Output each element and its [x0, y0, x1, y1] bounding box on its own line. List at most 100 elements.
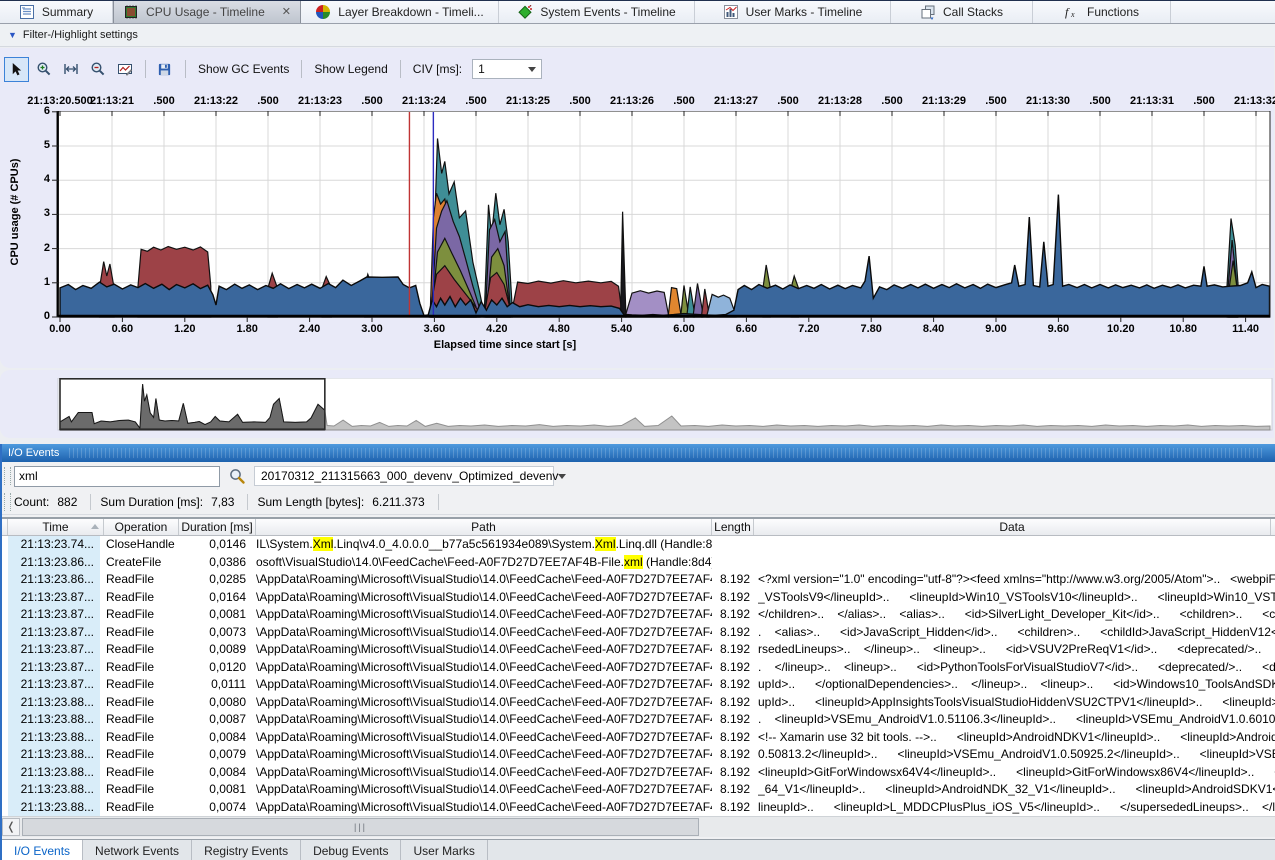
column-header-duration-ms-[interactable]: Duration [ms]	[179, 519, 256, 535]
tab-cpu-usage-timeline[interactable]: CPU Usage - Timeline✕	[113, 1, 301, 23]
cell-duration: 0,0080	[179, 694, 252, 712]
cell-length: 8.192	[712, 589, 754, 607]
save-floppy-icon	[157, 62, 172, 77]
cell-data: _64_V1</lineupId>.. <lineupId>AndroidNDK…	[758, 781, 1275, 799]
collapse-triangle-icon[interactable]: ▼	[8, 30, 17, 40]
cell-duration: 0,0089	[179, 641, 252, 659]
cell-path: \AppData\Roaming\Microsoft\VisualStudio\…	[256, 799, 712, 817]
table-row[interactable]: 21:13:23.88...ReadFile0,0081\AppData\Roa…	[2, 781, 1275, 799]
filter-highlight-settings-bar[interactable]: ▼ Filter-/Highlight settings	[0, 24, 1275, 47]
table-row[interactable]: 21:13:23.88...ReadFile0,0080\AppData\Roa…	[2, 694, 1275, 712]
cell-path: \AppData\Roaming\Microsoft\VisualStudio\…	[256, 606, 712, 624]
bottom-tab-debug-events[interactable]: Debug Events	[301, 840, 401, 860]
time-tick-label: 21:13:22	[194, 95, 238, 107]
zoom-in-button[interactable]	[31, 57, 56, 82]
cell-data: rsededLineups>.. </lineup>.. <lineup>.. …	[758, 641, 1275, 659]
scrollbar-thumb[interactable]: |||	[22, 818, 699, 836]
toolbar-separator	[185, 60, 186, 78]
toolbar-separator	[301, 60, 302, 78]
table-row[interactable]: 21:13:23.88...ReadFile0,0074\AppData\Roa…	[2, 799, 1275, 817]
table-row[interactable]: 21:13:23.86...ReadFile0,0285\AppData\Roa…	[2, 571, 1275, 589]
table-row[interactable]: 21:13:23.88...ReadFile0,0087\AppData\Roa…	[2, 711, 1275, 729]
table-row[interactable]: 21:13:23.88...ReadFile0,0084\AppData\Roa…	[2, 729, 1275, 747]
y-tick-label: 6	[16, 105, 50, 117]
time-tick-label: .500	[465, 95, 486, 107]
search-icon[interactable]	[228, 467, 246, 485]
elapsed-tick-label: 10.20	[1107, 323, 1135, 335]
column-header-path[interactable]: Path	[256, 519, 712, 535]
tab-label: Call Stacks	[943, 5, 1003, 19]
column-header-label: Duration [ms]	[181, 520, 252, 534]
table-row[interactable]: 21:13:23.87...ReadFile0,0073\AppData\Roa…	[2, 624, 1275, 642]
table-row[interactable]: 21:13:23.87...ReadFile0,0164\AppData\Roa…	[2, 589, 1275, 607]
bottom-tab-i-o-events[interactable]: I/O Events	[2, 840, 83, 860]
cell-length: 8.192	[712, 781, 754, 799]
tab-functions[interactable]: fxFunctions	[1033, 1, 1171, 23]
zoom-in-icon	[36, 61, 52, 77]
tab-call-stacks[interactable]: Call Stacks	[891, 1, 1033, 23]
y-tick-label: 4	[16, 173, 50, 185]
table-row[interactable]: 21:13:23.87...ReadFile0,0111\AppData\Roa…	[2, 676, 1275, 694]
table-row[interactable]: 21:13:23.87...ReadFile0,0081\AppData\Roa…	[2, 606, 1275, 624]
save-button[interactable]	[152, 57, 177, 82]
civ-label: CIV [ms]:	[413, 62, 462, 76]
cell-time: 21:13:23.87...	[8, 676, 100, 694]
column-header-data[interactable]: Data	[754, 519, 1271, 535]
overview-minimap[interactable]	[0, 378, 1275, 432]
zoom-out-button[interactable]	[85, 57, 110, 82]
table-row[interactable]: 21:13:23.86...CreateFile0,0386osoft\Visu…	[2, 554, 1275, 572]
table-row[interactable]: 21:13:23.74...CloseHandle0,0146IL\System…	[2, 536, 1275, 554]
select-cursor-button[interactable]	[4, 57, 29, 82]
y-tick-label: 3	[16, 207, 50, 219]
time-tick-label: .500	[881, 95, 902, 107]
close-icon[interactable]: ✕	[282, 7, 291, 18]
stat-label: Count:	[14, 495, 49, 509]
table-row[interactable]: 21:13:23.87...ReadFile0,0120\AppData\Roa…	[2, 659, 1275, 677]
table-row[interactable]: 21:13:23.88...ReadFile0,0084\AppData\Roa…	[2, 764, 1275, 782]
cell-length: 8.192	[712, 746, 754, 764]
table-row[interactable]: 21:13:23.88...ReadFile0,0079\AppData\Roa…	[2, 746, 1275, 764]
elapsed-tick-label: 7.20	[798, 323, 819, 335]
tab-user-marks-timeline[interactable]: User Marks - Timeline	[695, 1, 891, 23]
column-header-length[interactable]: Length	[712, 519, 754, 535]
zoom-out-icon	[90, 61, 106, 77]
search-input[interactable]	[14, 466, 220, 487]
bottom-tab-user-marks[interactable]: User Marks	[401, 840, 487, 860]
scroll-left-button[interactable]: ❬	[2, 818, 20, 836]
column-header-time[interactable]: Time	[8, 519, 104, 535]
bottom-tab-network-events[interactable]: Network Events	[83, 840, 192, 860]
civ-dropdown[interactable]: 1	[472, 59, 542, 79]
stat-value: 7,83	[211, 495, 234, 509]
cell-path: \AppData\Roaming\Microsoft\VisualStudio\…	[256, 641, 712, 659]
cell-data: upId>.. </optionalDependencies>.. </line…	[758, 676, 1275, 694]
io-events-header: I/O Events	[2, 444, 1275, 462]
tab-summary[interactable]: Summary	[0, 1, 113, 23]
chevron-down-icon	[558, 474, 566, 479]
tab-system-events-timeline[interactable]: System Events - Timeline	[499, 1, 695, 23]
bottom-tab-label: User Marks	[413, 844, 474, 858]
tab-label: User Marks - Timeline	[746, 5, 863, 19]
cell-operation: ReadFile	[104, 589, 179, 607]
show-gc-events-button[interactable]: Show GC Events	[198, 62, 289, 76]
cpu-usage-chart-panel: Show GC Events Show Legend CIV [ms]: 1 2…	[0, 48, 1274, 368]
cpu-usage-chart[interactable]	[0, 111, 1275, 323]
show-legend-button[interactable]: Show Legend	[314, 62, 387, 76]
bottom-tab-registry-events[interactable]: Registry Events	[192, 840, 301, 860]
cell-time: 21:13:23.86...	[8, 571, 100, 589]
tab-layer-breakdown-timeli[interactable]: Layer Breakdown - Timeli...	[301, 1, 499, 23]
tab-label: Functions	[1087, 5, 1139, 19]
cell-length: 8.192	[712, 624, 754, 642]
fit-width-button[interactable]	[58, 57, 83, 82]
time-tick-label: .500	[361, 95, 382, 107]
cell-duration: 0,0084	[179, 764, 252, 782]
cell-operation: ReadFile	[104, 676, 179, 694]
cell-data: </children>.. </alias>.. <alias>.. <id>S…	[758, 606, 1275, 624]
horizontal-scrollbar[interactable]: ❬ |||	[2, 816, 1275, 837]
chart-options-button[interactable]	[112, 57, 137, 82]
cell-duration: 0,0285	[179, 571, 252, 589]
fit-width-icon	[63, 61, 79, 77]
column-header-operation[interactable]: Operation	[104, 519, 179, 535]
trace-file-dropdown[interactable]: 20170312_211315663_000_devenv_Optimized_…	[254, 466, 554, 486]
table-row[interactable]: 21:13:23.87...ReadFile0,0089\AppData\Roa…	[2, 641, 1275, 659]
cell-data	[758, 536, 1275, 554]
